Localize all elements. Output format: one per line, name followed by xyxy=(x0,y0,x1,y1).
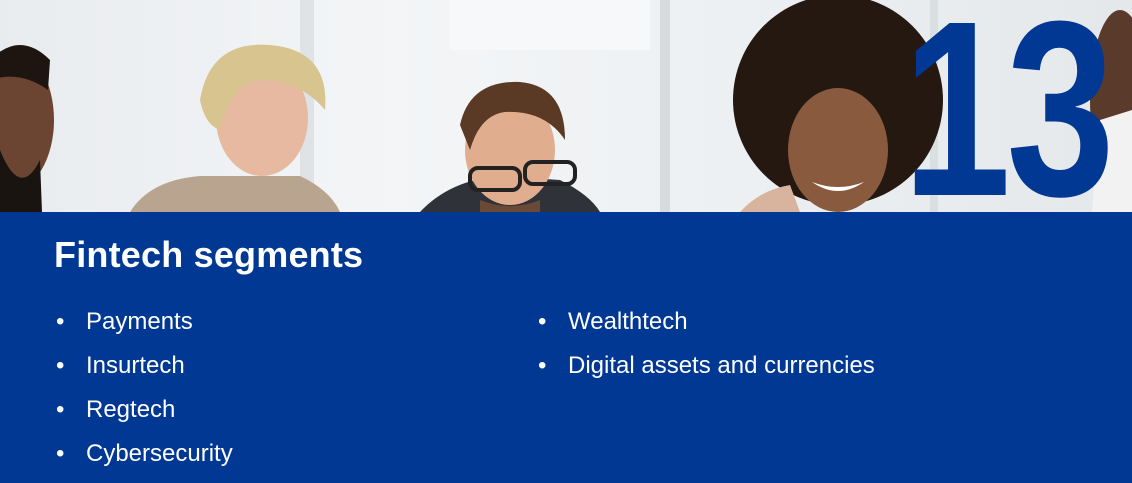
team-meeting-photo: 13 xyxy=(0,0,1132,212)
list-item-label: Payments xyxy=(86,308,193,335)
content-panel: Fintech segments • Payments • Insurtech • R… xyxy=(0,212,1132,483)
segment-list-right: • Wealthtech • Digital assets and currenci… xyxy=(538,308,875,396)
list-item: • Regtech xyxy=(56,396,233,424)
section-title: Fintech segments xyxy=(54,234,364,275)
bullet-icon: • xyxy=(56,352,65,379)
list-item-label: Cybersecurity xyxy=(86,440,233,467)
section-number: 13 xyxy=(902,0,1114,212)
list-item: • Wealthtech xyxy=(538,308,875,336)
list-item-label: Insurtech xyxy=(86,352,185,379)
bullet-icon: • xyxy=(56,308,65,335)
list-item: • Payments xyxy=(56,308,233,336)
slide: 13 Fintech segments • Payments • Insurtech… xyxy=(0,0,1132,483)
segment-list-left: • Payments • Insurtech • Regtech • Cybersecu… xyxy=(56,308,233,483)
list-item: • Cybersecurity xyxy=(56,440,233,468)
list-item-label: Wealthtech xyxy=(568,308,688,335)
list-item-label: Digital assets and currencies xyxy=(568,352,875,379)
bullet-icon: • xyxy=(56,396,65,423)
list-item: • Digital assets and currencies xyxy=(538,352,875,380)
bullet-icon: • xyxy=(56,440,65,467)
list-item-label: Regtech xyxy=(86,396,176,423)
bullet-icon: • xyxy=(538,352,547,379)
bullet-icon: • xyxy=(538,308,547,335)
list-item: • Insurtech xyxy=(56,352,233,380)
